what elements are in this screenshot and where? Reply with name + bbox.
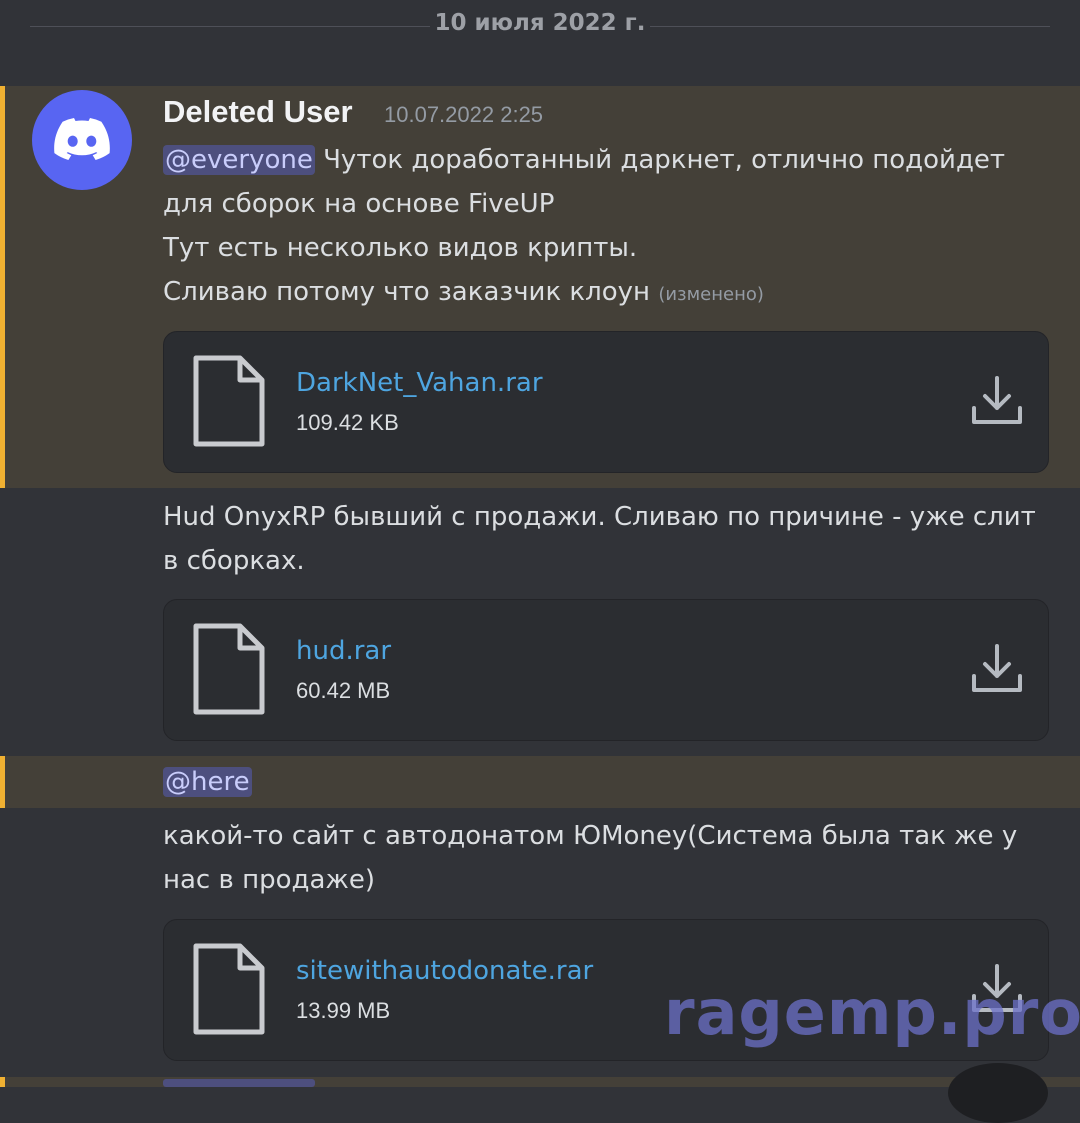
floating-action-button[interactable] [948,1063,1048,1123]
download-icon[interactable] [970,642,1024,696]
edited-label: (изменено) [658,284,764,305]
message-line-1-text: Чуток доработанный даркнет, отлично подо… [314,145,1006,175]
download-icon[interactable] [970,374,1024,428]
message-timestamp: 10.07.2022 2:25 [384,102,544,127]
message-4-line-2: нас в продаже) [163,865,375,895]
message-line-4: Сливаю потому что заказчик клоун (измене… [163,270,1053,317]
attachment-filename[interactable]: DarkNet_Vahan.rar [296,368,543,398]
message-2-line-1: Hud OnyxRP бывший с продажи. Сливаю по п… [163,502,1036,532]
message-text-2: Hud OnyxRP бывший с продажи. Сливаю по п… [163,495,1053,583]
message-4-line-1: какой-то сайт с автодонатом ЮMoney(Систе… [163,821,1018,851]
mention-here[interactable]: @here [163,767,252,797]
next-message-highlight [0,1077,1080,1087]
date-divider: 10 июля 2022 г. [0,0,1080,56]
message-line-1: @everyone Чуток доработанный даркнет, от… [163,138,1053,182]
mention-everyone[interactable]: @everyone [163,145,315,175]
watermark: ragemp.pro [664,976,1080,1049]
divider-line-right [650,26,1050,27]
username[interactable]: Deleted User [163,94,353,130]
file-attachment: hud.rar 60.42 MB [163,599,1049,741]
divider-line-left [30,26,430,27]
file-icon [193,943,265,1035]
avatar[interactable] [32,90,132,190]
message-line-3: Тут есть несколько видов крипты. [163,233,638,263]
message-text-3: @here [163,760,1053,804]
date-divider-label: 10 июля 2022 г. [434,10,646,36]
attachment-filename[interactable]: sitewithautodonate.rar [296,956,593,986]
message-text: @everyone Чуток доработанный даркнет, от… [163,138,1053,317]
message-line-4-text: Сливаю потому что заказчик клоун [163,277,651,307]
message-2-line-2: в сборках. [163,546,305,576]
file-attachment: DarkNet_Vahan.rar 109.42 KB [163,331,1049,473]
attachment-filename[interactable]: hud.rar [296,636,391,666]
attachment-size: 60.42 MB [296,678,391,703]
discord-logo-icon [54,118,110,160]
message-text-4: какой-то сайт с автодонатом ЮMoney(Систе… [163,814,1053,902]
next-message-mention-chip [163,1079,315,1087]
message-line-2: для сборок на основе FiveUP [163,189,555,219]
file-icon [193,355,265,447]
attachment-size: 109.42 KB [296,410,399,435]
attachment-size: 13.99 MB [296,998,391,1023]
file-icon [193,623,265,715]
